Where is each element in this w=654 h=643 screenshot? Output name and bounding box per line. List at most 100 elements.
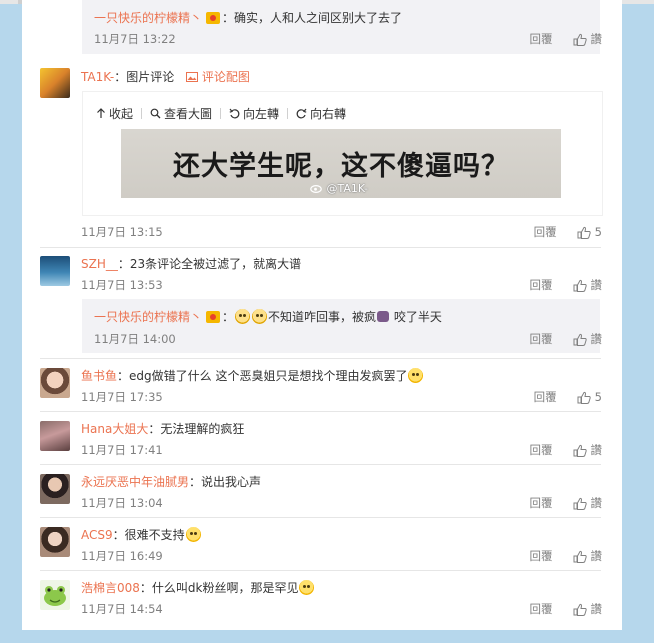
rotate-right-button[interactable]: 向右轉 [296, 105, 346, 122]
sub-reply-user[interactable]: 一只快乐的柠檬精丶 [94, 310, 202, 324]
comment-actions: 回覆 5 [534, 224, 602, 240]
collapse-button[interactable]: 收起 [96, 105, 133, 122]
laughing-emoji-icon [408, 368, 424, 383]
thumbs-up-icon [577, 391, 591, 404]
comment-text: SZH__：23条评论全被过滤了，就离大谱 [81, 257, 302, 271]
reply-button[interactable]: 回覆 [530, 331, 553, 347]
image-icon [186, 72, 199, 82]
comment-actions: 回覆 讚 [530, 331, 603, 347]
thumbs-up-icon [573, 33, 587, 46]
avatar[interactable] [40, 68, 70, 98]
thumbs-up-icon [573, 603, 587, 616]
comment-text: TA1K-：图片评论 评论配图 [81, 70, 250, 84]
comment-text: Hana大姐大：无法理解的疯狂 [81, 422, 245, 436]
crying-emoji-icon [252, 309, 268, 324]
comment-actions: 回覆 讚 [530, 277, 603, 293]
timestamp: 11月7日 13:22 [94, 32, 176, 46]
avatar[interactable] [40, 474, 70, 504]
toolbar-divider [287, 108, 289, 119]
thumbs-up-icon [577, 226, 591, 239]
arrow-up-icon [97, 108, 105, 118]
comment-actions: 回覆 讚 [530, 495, 603, 511]
rotate-right-icon [296, 108, 307, 119]
frog-avatar-icon [44, 586, 66, 606]
reply-button[interactable]: 回覆 [530, 495, 553, 511]
dog-emoji-icon [377, 311, 390, 322]
timestamp: 11月7日 13:04 [81, 496, 163, 510]
comment-divider [40, 464, 601, 465]
shocked-emoji-icon [185, 527, 201, 542]
timestamp: 11月7日 14:00 [94, 332, 176, 346]
comment-divider [40, 517, 601, 518]
image-caption-text: 还大学生呢，这不傻逼吗？ [173, 151, 509, 182]
reply-button[interactable]: 回覆 [530, 277, 553, 293]
thumbs-up-icon [573, 279, 587, 292]
timestamp: 11月7日 17:35 [81, 390, 163, 404]
comment-user[interactable]: SZH__ [81, 257, 118, 271]
comment-actions: 回覆 讚 [530, 442, 603, 458]
comment-text: 永远厌恶中年油腻男：说出我心声 [81, 475, 262, 489]
comment-divider [40, 247, 601, 248]
like-button[interactable]: 讚 [573, 442, 602, 458]
like-button[interactable]: 讚 [573, 495, 602, 511]
comment-divider [40, 570, 601, 571]
avatar[interactable] [40, 256, 70, 286]
thumbs-up-icon [573, 444, 587, 457]
toolbar-divider [220, 108, 222, 119]
magnifier-icon [150, 108, 161, 119]
toolbar-divider [141, 108, 143, 119]
comment-user[interactable]: ACS9 [81, 528, 113, 542]
timestamp: 11月7日 13:15 [81, 225, 163, 239]
rotate-left-icon [229, 108, 240, 119]
avatar[interactable] [40, 527, 70, 557]
comment-text: ACS9：很难不支持 [81, 526, 202, 543]
reply-button[interactable]: 回覆 [530, 442, 553, 458]
sub-reply-text: 一只快乐的柠檬精丶 ：确实，人和人之间区别大了去了 [94, 11, 403, 25]
thumbs-up-icon [573, 497, 587, 510]
comment-user[interactable]: Hana大姐大 [81, 422, 148, 436]
comment-user[interactable]: 浩棉言008 [81, 581, 140, 595]
like-button[interactable]: 讚 [573, 601, 602, 617]
comment-divider [40, 358, 601, 359]
like-button[interactable]: 5 [577, 225, 602, 239]
fan-badge-icon [206, 12, 221, 24]
comment-actions: 回覆 讚 [530, 548, 603, 564]
timestamp: 11月7日 13:53 [81, 278, 163, 292]
comment-divider [40, 411, 601, 412]
timestamp: 11月7日 17:41 [81, 443, 163, 457]
like-button[interactable]: 5 [577, 390, 602, 404]
reply-button[interactable]: 回覆 [530, 548, 553, 564]
like-button[interactable]: 讚 [573, 331, 602, 347]
like-button[interactable]: 讚 [573, 31, 602, 47]
comment-user[interactable]: TA1K- [81, 70, 114, 84]
rotate-left-button[interactable]: 向左轉 [229, 105, 279, 122]
timestamp: 11月7日 16:49 [81, 549, 163, 563]
reply-button[interactable]: 回覆 [534, 224, 557, 240]
avatar[interactable] [40, 580, 70, 610]
comment-text: 鱼书鱼：edg做错了什么 这个恶臭姐只是想找个理由发疯罢了 [81, 367, 424, 384]
image-toolbar: 收起 查看大圖 向左轉 向右轉 [96, 105, 354, 122]
comment-image-link[interactable]: 评论配图 [186, 70, 250, 84]
crying-emoji-icon [235, 309, 251, 324]
sub-reply-text: 一只快乐的柠檬精丶：不知道咋回事，被疯 咬了半天 [94, 309, 442, 324]
thumbs-up-icon [573, 550, 587, 563]
like-button[interactable]: 讚 [573, 548, 602, 564]
avatar[interactable] [40, 421, 70, 451]
comment-user[interactable]: 鱼书鱼 [81, 369, 117, 383]
comment-actions: 回覆 讚 [530, 31, 603, 47]
comment-user[interactable]: 永远厌恶中年油腻男 [81, 475, 189, 489]
reply-button[interactable]: 回覆 [534, 389, 557, 405]
comment-actions: 回覆 5 [534, 389, 602, 405]
reply-button[interactable]: 回覆 [530, 31, 553, 47]
thumbs-up-icon [573, 333, 587, 346]
image-watermark: @TA1K- [310, 182, 368, 195]
view-large-button[interactable]: 查看大圖 [150, 105, 212, 122]
like-button[interactable]: 讚 [573, 277, 602, 293]
avatar[interactable] [40, 368, 70, 398]
reply-button[interactable]: 回覆 [530, 601, 553, 617]
timestamp: 11月7日 14:54 [81, 602, 163, 616]
sub-reply-user[interactable]: 一只快乐的柠檬精丶 [94, 11, 202, 25]
fan-badge-icon [206, 311, 221, 323]
doge-emoji-icon [299, 580, 315, 595]
comment-actions: 回覆 讚 [530, 601, 603, 617]
